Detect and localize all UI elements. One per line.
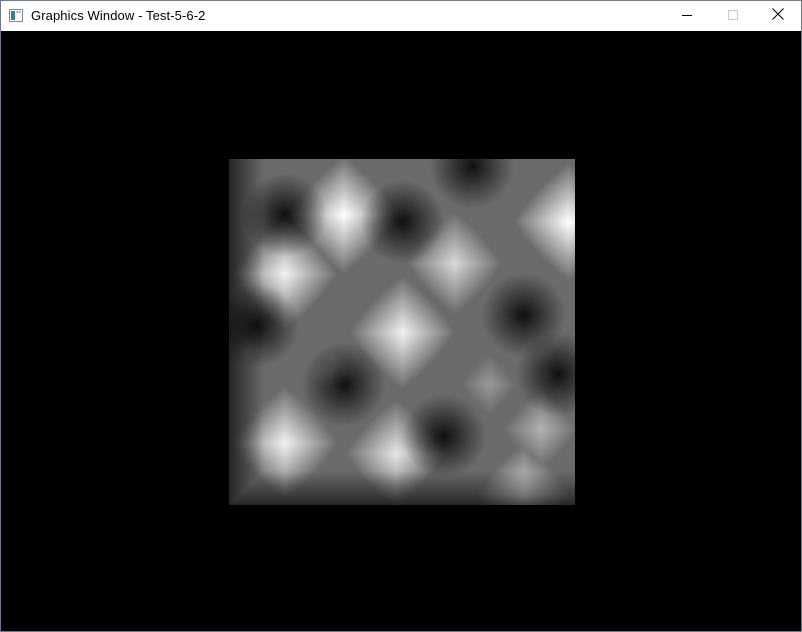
title-bar[interactable]: Graphics Window - Test-5-6-2 [1, 1, 801, 31]
app-icon[interactable] [9, 9, 23, 22]
graphics-window: Graphics Window - Test-5-6-2 [0, 0, 802, 632]
maximize-button[interactable] [710, 1, 756, 31]
minimize-icon [682, 7, 692, 25]
noise-texture-canvas [229, 159, 575, 505]
window-title: Graphics Window - Test-5-6-2 [31, 8, 206, 23]
close-button[interactable] [755, 1, 801, 31]
noise-texture-quad [229, 159, 575, 505]
close-icon [772, 7, 784, 25]
maximize-icon [728, 7, 738, 25]
render-viewport[interactable] [1, 31, 801, 631]
minimize-button[interactable] [664, 1, 710, 31]
